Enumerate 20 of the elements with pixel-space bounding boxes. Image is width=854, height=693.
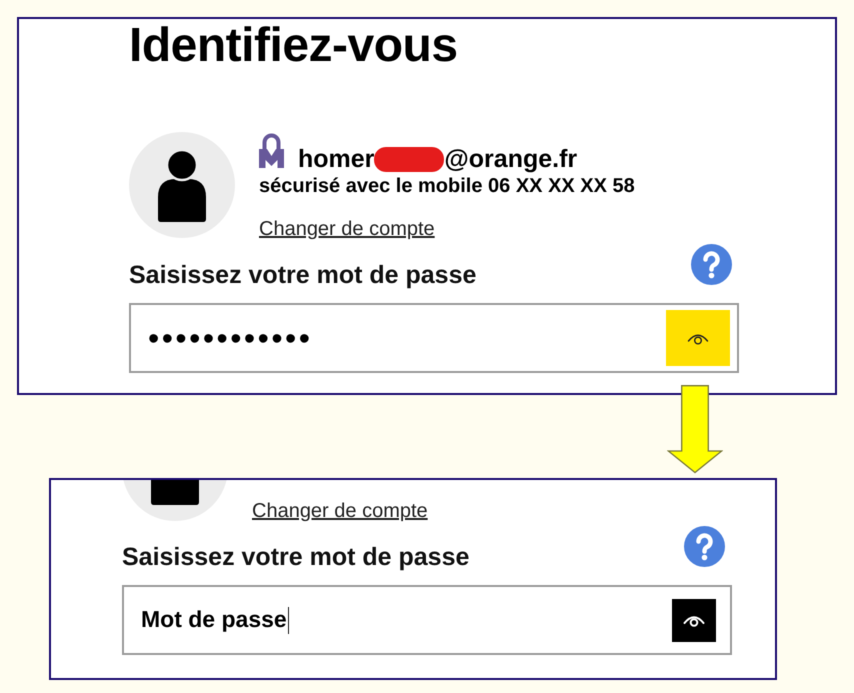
password-value: Mot de passe [141, 606, 287, 634]
password-field[interactable]: •••••••••••• [129, 303, 739, 373]
show-password-button[interactable] [672, 598, 716, 642]
avatar-icon [129, 132, 235, 238]
password-label: Saisissez votre mot de passe [122, 542, 470, 572]
lock-icon [259, 133, 284, 168]
change-account-link[interactable]: Changer de compte [252, 499, 428, 523]
password-field[interactable]: Mot de passe [122, 585, 732, 655]
avatar-icon [122, 480, 228, 521]
eye-icon [683, 614, 705, 626]
page-title: Identifiez-vous [129, 22, 458, 70]
email-text: @orange.fr [444, 147, 578, 172]
help-icon[interactable] [684, 526, 725, 567]
password-value: •••••••••••• [148, 322, 312, 354]
help-icon[interactable] [691, 244, 732, 285]
email-text: homer [298, 147, 374, 172]
change-account-link[interactable]: Changer de compte [259, 216, 435, 240]
security-note: sécurisé avec le mobile 06 XX XX XX 58 [259, 174, 635, 198]
eye-icon [687, 332, 709, 344]
password-label: Saisissez votre mot de passe [129, 260, 476, 290]
